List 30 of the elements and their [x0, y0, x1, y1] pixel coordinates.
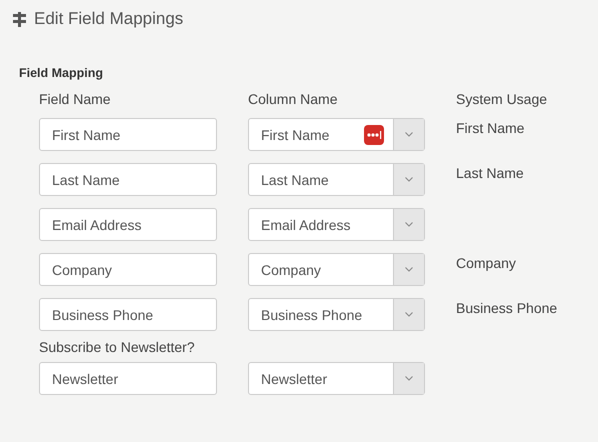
column-header: Field Name: [39, 91, 112, 107]
dots-icon[interactable]: [364, 124, 384, 144]
column-header: Column Name: [248, 91, 338, 107]
system-usage-text: Business Phone: [456, 299, 558, 316]
chevron-down-icon: [405, 376, 413, 381]
chevron-down-icon: [405, 267, 413, 272]
field-name-input[interactable]: Business Phone: [39, 298, 217, 331]
chevron-down-icon: [405, 312, 413, 317]
column-select[interactable]: Company: [248, 253, 425, 286]
field-name-input[interactable]: Newsletter: [39, 362, 217, 395]
page-title: Edit Field Mappings: [34, 9, 184, 29]
system-usage-text: Company: [456, 254, 517, 271]
field-name-input[interactable]: Email Address: [39, 208, 217, 241]
chevron-down-icon: [405, 177, 413, 182]
section-title: Field Mapping: [19, 66, 104, 80]
field-label: Subscribe to Newsletter?: [39, 339, 196, 355]
signpost-icon: [12, 12, 27, 26]
column-select[interactable]: First Name: [248, 118, 425, 151]
column-select[interactable]: Last Name: [248, 163, 425, 196]
system-usage-text: Last Name: [456, 164, 525, 181]
chevron-down-icon: [405, 222, 413, 227]
field-name-input[interactable]: Last Name: [39, 163, 217, 196]
column-select[interactable]: Email Address: [248, 208, 425, 241]
system-usage-text: First Name: [456, 119, 526, 136]
field-name-input[interactable]: Company: [39, 253, 217, 286]
column-select[interactable]: Business Phone: [248, 298, 425, 331]
field-name-input[interactable]: First Name: [39, 118, 217, 151]
chevron-down-icon: [405, 132, 413, 137]
column-select[interactable]: Newsletter: [248, 362, 425, 395]
column-header: System Usage: [456, 91, 548, 107]
